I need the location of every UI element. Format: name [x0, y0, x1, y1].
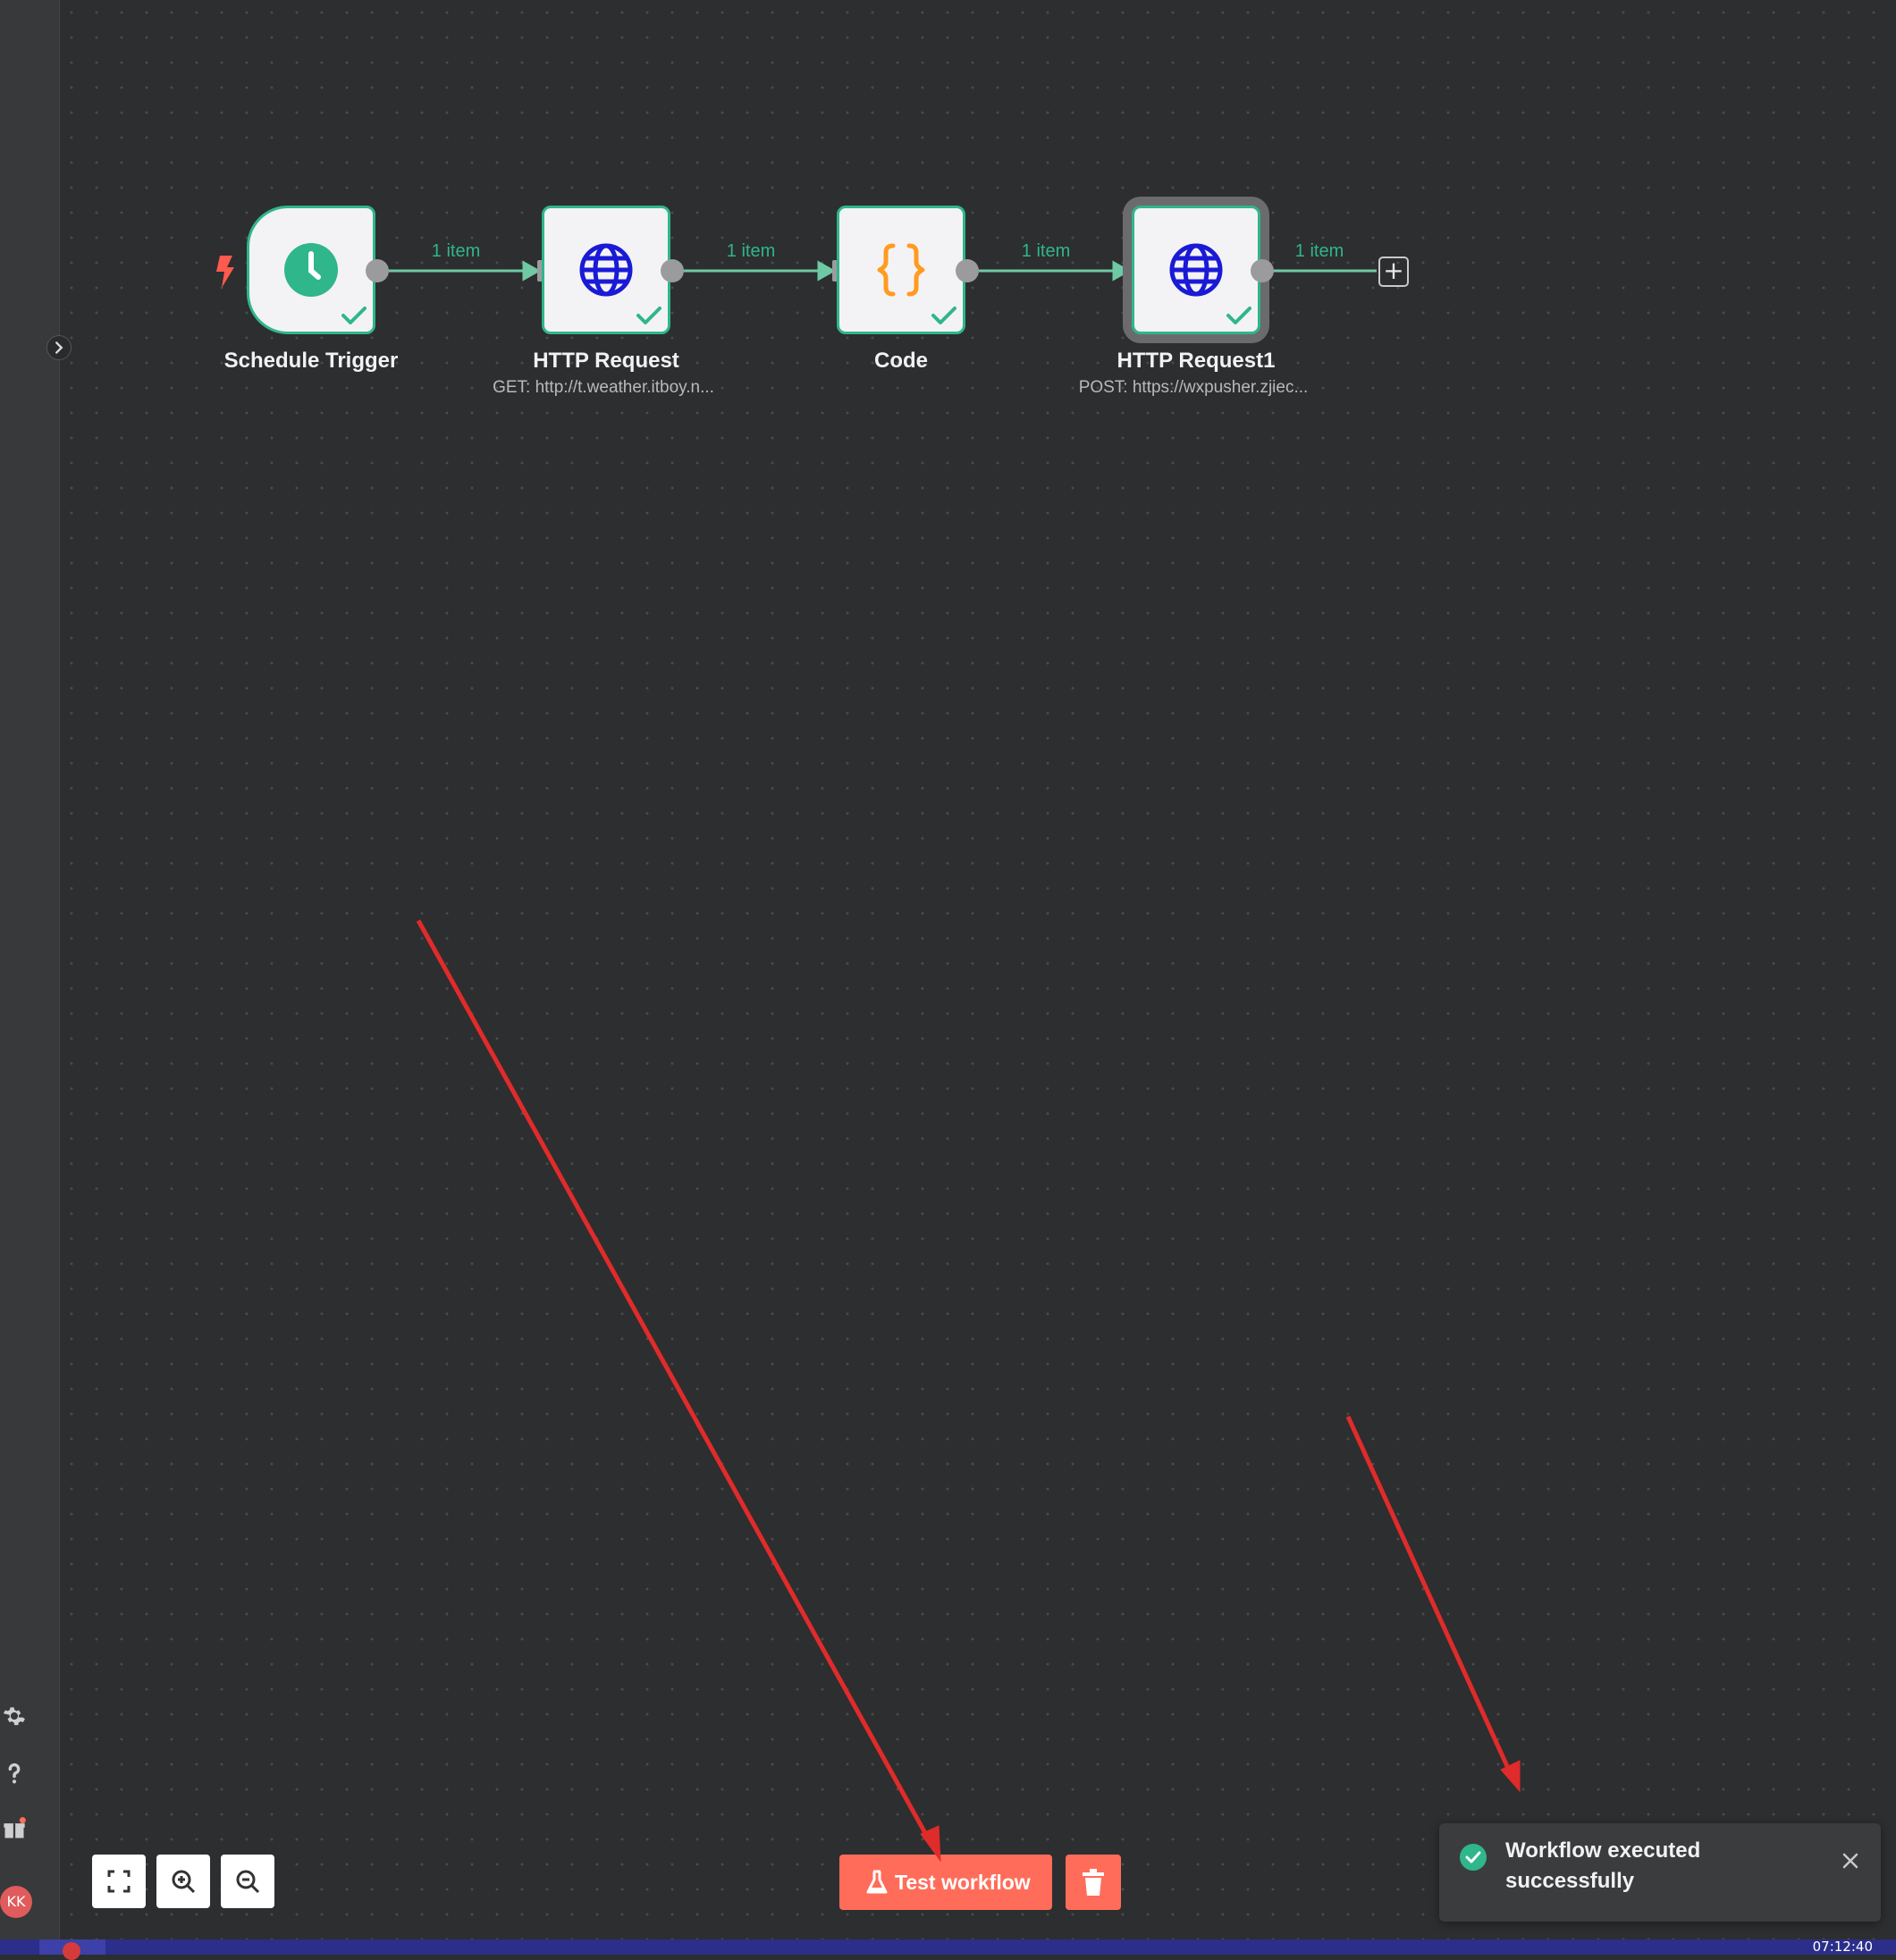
node-label: Code [874, 349, 928, 373]
sidebar: KK [0, 0, 60, 1939]
code-braces-icon [877, 243, 925, 297]
taskbar-clock: 07:12:40 [1812, 1939, 1873, 1955]
toast-message: Workflow executed successfully [1505, 1838, 1701, 1893]
gift-icon[interactable] [2, 1816, 27, 1841]
test-workflow-button[interactable]: Test workflow [839, 1855, 1052, 1910]
success-check-icon [341, 307, 367, 324]
node-label: Schedule Trigger [223, 349, 399, 373]
trash-icon [1083, 1869, 1104, 1896]
success-check-icon [931, 307, 956, 324]
zoom-in-icon [172, 1870, 196, 1894]
test-workflow-label: Test workflow [895, 1871, 1031, 1894]
zoom-in-button[interactable] [156, 1855, 210, 1908]
success-check-icon [1226, 307, 1251, 324]
node-subtitle: POST: https://wxpusher.zjiec... [1078, 378, 1309, 397]
node-label: HTTP Request1 [1117, 349, 1276, 373]
sidebar-expand-button[interactable] [46, 335, 72, 360]
flask-icon [866, 1870, 888, 1894]
output-handle[interactable] [1251, 259, 1274, 282]
clock-icon [284, 243, 338, 297]
zoom-out-button[interactable] [221, 1855, 274, 1908]
close-icon[interactable] [1841, 1852, 1859, 1870]
trigger-bolt-icon [216, 256, 234, 288]
output-handle[interactable] [956, 259, 979, 282]
output-handle[interactable] [661, 259, 684, 282]
success-check-circle-icon [1460, 1844, 1487, 1871]
fit-view-icon [107, 1870, 131, 1893]
os-taskbar: 07:12:40 [0, 1939, 1896, 1960]
connection-item-count: 1 item [726, 241, 776, 261]
help-icon[interactable] [2, 1761, 27, 1786]
globe-icon [1169, 243, 1223, 297]
node-label: HTTP Request [533, 349, 679, 373]
node-code[interactable] [837, 206, 965, 334]
fit-view-button[interactable] [92, 1855, 146, 1908]
add-node-button[interactable]: + [1378, 257, 1409, 287]
delete-execution-button[interactable] [1066, 1855, 1121, 1910]
node-http-request1[interactable] [1132, 206, 1260, 334]
globe-icon [579, 243, 633, 297]
connection-item-count: 1 item [1021, 241, 1071, 261]
node-subtitle: GET: http://t.weather.itboy.n... [493, 378, 714, 397]
success-check-icon [636, 307, 661, 324]
taskbar-app-icon[interactable] [63, 1942, 80, 1960]
connection-item-count: 1 item [431, 241, 481, 261]
settings-icon[interactable] [2, 1703, 27, 1729]
avatar[interactable]: KK [0, 1886, 32, 1918]
zoom-out-icon [236, 1870, 260, 1894]
output-handle[interactable] [366, 259, 389, 282]
connection-item-count: 1 item [1294, 241, 1344, 261]
node-http-request[interactable] [542, 206, 670, 334]
node-schedule-trigger[interactable] [247, 206, 375, 334]
success-toast: Workflow executed successfully [1439, 1823, 1881, 1922]
